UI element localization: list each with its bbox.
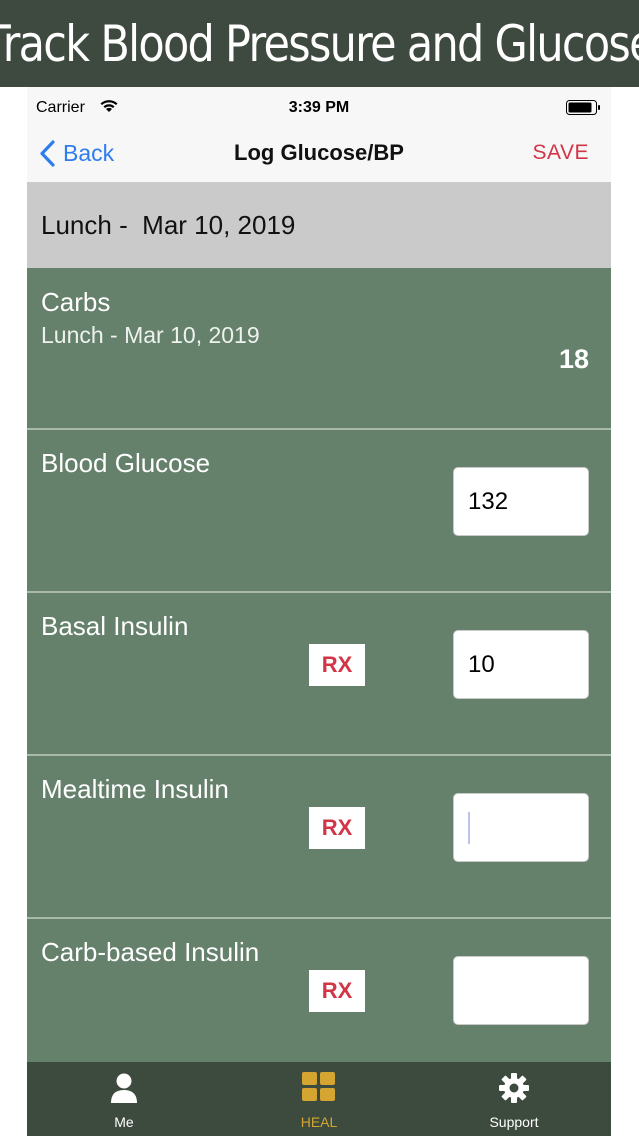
page-title: Log Glucose/BP: [234, 140, 404, 165]
battery-icon: [566, 100, 600, 115]
navigation-bar: Back Log Glucose/BP SAVE: [27, 127, 611, 182]
carb-based-insulin-rx-button[interactable]: RX: [309, 970, 365, 1012]
tab-support-label: Support: [489, 1114, 539, 1130]
tab-me-label: Me: [114, 1114, 134, 1130]
save-button[interactable]: SAVE: [533, 141, 589, 165]
carb-based-insulin-label: Carb-based Insulin: [41, 937, 260, 967]
blood-glucose-input[interactable]: [453, 467, 589, 536]
mealtime-insulin-input[interactable]: [453, 793, 589, 862]
gear-icon: [499, 1073, 529, 1103]
mealtime-insulin-row: Mealtime Insulin RX: [27, 756, 611, 919]
log-form: Carbs Lunch - Mar 10, 2019 18 Blood Gluc…: [27, 268, 611, 1082]
carb-based-insulin-input[interactable]: [453, 956, 589, 1025]
person-icon: [111, 1073, 137, 1103]
grid-icon: [302, 1072, 335, 1101]
carbs-title: Carbs: [41, 287, 111, 317]
tab-heal-label: HEAL: [300, 1114, 338, 1130]
basal-insulin-row: Basal Insulin RX: [27, 593, 611, 756]
tab-me[interactable]: Me: [27, 1062, 221, 1136]
promo-banner: Track Blood Pressure and Glucose: [0, 0, 639, 87]
promo-banner-title: Track Blood Pressure and Glucose: [0, 14, 639, 73]
carbs-subtitle: Lunch - Mar 10, 2019: [41, 322, 260, 348]
tab-bar: Me HEAL Support: [27, 1062, 611, 1136]
basal-insulin-rx-button[interactable]: RX: [309, 644, 365, 686]
section-header: Lunch - Mar 10, 2019: [27, 182, 611, 268]
basal-insulin-label: Basal Insulin: [41, 611, 189, 641]
mealtime-insulin-label: Mealtime Insulin: [41, 774, 229, 804]
phone-screen: Carrier 3:39 PM Back Log Glucose/BP SAVE…: [27, 87, 611, 1136]
blood-glucose-label: Blood Glucose: [41, 448, 211, 478]
carbs-row[interactable]: Carbs Lunch - Mar 10, 2019 18: [27, 268, 611, 430]
blood-glucose-row: Blood Glucose: [27, 430, 611, 593]
tab-heal[interactable]: HEAL: [222, 1062, 416, 1136]
carb-based-insulin-row: Carb-based Insulin RX: [27, 919, 611, 1082]
text-cursor: [468, 812, 470, 844]
status-bar: Carrier 3:39 PM: [27, 87, 611, 127]
basal-insulin-input[interactable]: [453, 630, 589, 699]
tab-support[interactable]: Support: [417, 1062, 611, 1136]
mealtime-insulin-rx-button[interactable]: RX: [309, 807, 365, 849]
status-time: 3:39 PM: [288, 99, 350, 116]
carbs-value: 18: [558, 344, 589, 374]
